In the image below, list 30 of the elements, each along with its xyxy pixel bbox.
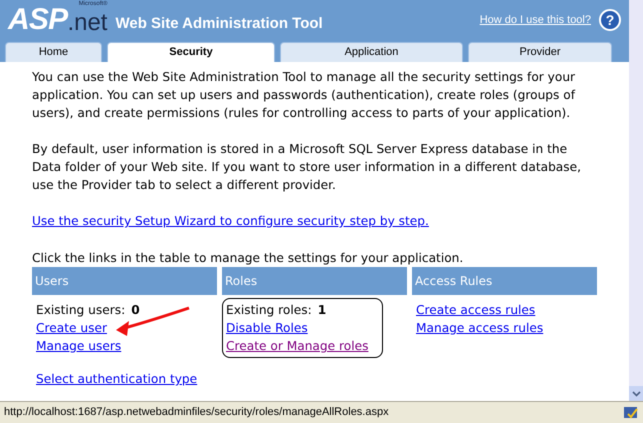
intro-paragraph: You can use the Web Site Administration Tool to manage all the security settings for your application. You can set up users and passwords (authentication), create roles (groups of users), and create permissions (rules for controlling access to parts of your application).	[32, 69, 576, 122]
tab[interactable]: Application	[280, 42, 463, 62]
column-header: Access Rules	[412, 267, 597, 295]
count-value: 1	[318, 302, 326, 319]
logo-text: ASP	[8, 5, 68, 35]
table-caption: Click the links in the table to manage the settings for your application.	[32, 250, 464, 267]
wizard-link[interactable]: Use the security Setup Wizard to configure security step by step.	[32, 212, 597, 230]
tab[interactable]: Security	[107, 42, 275, 62]
tab[interactable]: Provider	[468, 42, 612, 62]
table-link[interactable]: Create or Manage roles	[226, 337, 368, 355]
column-header: Users	[32, 267, 217, 295]
status-url: http://localhost:1687/asp.netwebadminfiles/security/roles/manageAllRoles.aspx	[4, 405, 390, 420]
intro-paragraph: By default, user information is stored in a Microsoft SQL Server Express database in the Data folder of your Web site. If you want to store user information in a different database, use the Provider tab to select a different provider.	[32, 141, 582, 194]
logo-suffix: .net	[67, 11, 108, 35]
count-label: Existing roles:	[226, 302, 312, 319]
count-label: Existing users:	[36, 302, 126, 319]
count-value: 0	[131, 302, 140, 319]
table-link[interactable]: Manage access rules	[416, 319, 544, 337]
table-link[interactable]: Create user	[36, 319, 107, 337]
table-link[interactable]: Create access rules	[416, 301, 536, 319]
window-title: Web Site Administration Tool	[115, 14, 323, 34]
security-icon	[623, 406, 639, 420]
table-link[interactable]: Disable Roles	[226, 319, 308, 337]
scroll-down-icon[interactable]	[629, 386, 643, 401]
scrollbar[interactable]	[629, 0, 643, 401]
tab[interactable]: Home	[5, 42, 102, 62]
auth-link[interactable]: Select authentication type	[36, 370, 198, 388]
help-button[interactable]: ?	[599, 9, 621, 31]
column-header: Roles	[222, 267, 407, 295]
table-link[interactable]: Manage users	[36, 337, 122, 355]
